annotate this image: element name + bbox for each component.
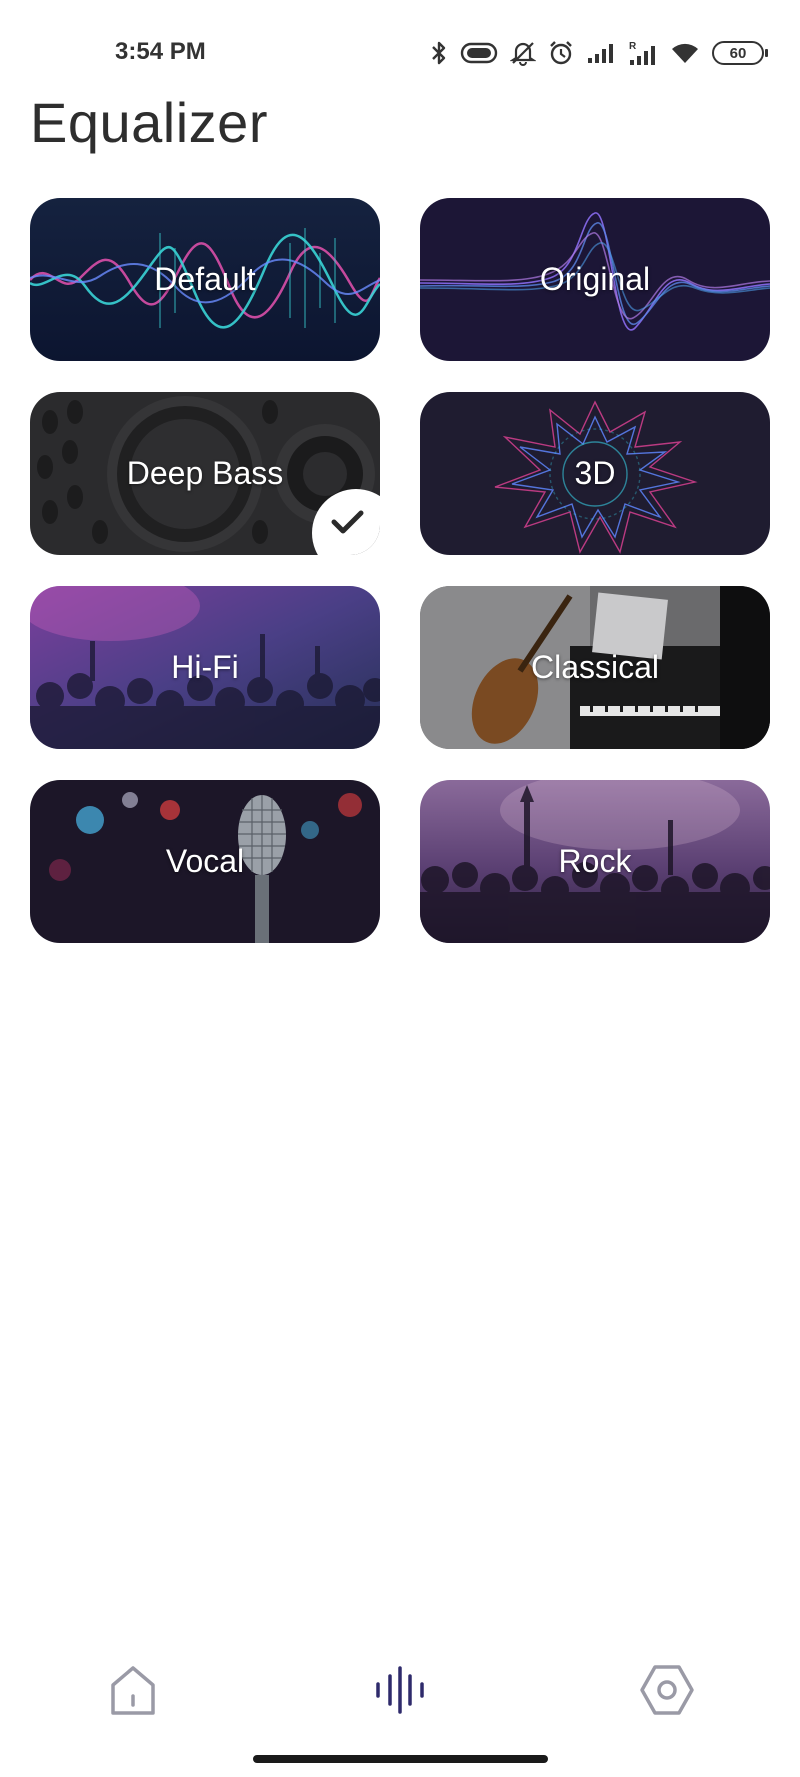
page-title: Equalizer <box>30 91 268 154</box>
preset-card-3d[interactable]: 3D <box>420 392 770 555</box>
preset-card-deep-bass[interactable]: Deep Bass <box>30 392 380 555</box>
equalizer-icon <box>376 1666 424 1714</box>
preset-card-hi-fi[interactable]: Hi-Fi <box>30 586 380 749</box>
preset-card-default[interactable]: Default <box>30 198 380 361</box>
nav-equalizer[interactable] <box>360 1650 440 1730</box>
preset-label: Classical <box>530 649 660 685</box>
preset-card-vocal[interactable]: Vocal <box>30 780 380 943</box>
preset-label: 3D <box>574 455 616 491</box>
wifi-icon <box>672 43 698 63</box>
settings-icon <box>640 1665 694 1715</box>
home-indicator[interactable] <box>253 1755 548 1763</box>
battery-icon: 60 <box>712 41 768 65</box>
preset-card-original[interactable]: Original <box>420 198 770 361</box>
preset-card-rock[interactable]: Rock <box>420 780 770 943</box>
status-bar: 3:54 PM R 60 <box>0 0 800 100</box>
home-icon <box>111 1666 155 1715</box>
status-time: 3:54 PM <box>115 38 206 65</box>
preset-label: Default <box>154 261 256 297</box>
status-icons: R 60 <box>430 36 768 70</box>
bottom-nav <box>0 1650 800 1740</box>
signal-icon <box>588 44 613 63</box>
signal-roaming-icon: R <box>629 41 655 65</box>
preset-grid: Default Original Deep Bass 3D Hi-Fi Clas… <box>30 198 770 943</box>
nav-home[interactable] <box>93 1650 173 1730</box>
preset-label: Vocal <box>165 843 245 879</box>
battery-level: 60 <box>729 44 747 62</box>
preset-card-classical[interactable]: Classical <box>420 586 770 749</box>
alarm-icon <box>550 41 572 65</box>
mute-icon <box>510 42 536 66</box>
preset-label: Hi-Fi <box>171 649 239 685</box>
preset-label: Original <box>539 261 651 297</box>
nav-settings[interactable] <box>627 1650 707 1730</box>
check-icon <box>331 510 364 534</box>
svg-text:R: R <box>629 41 637 52</box>
bluetooth-icon <box>432 41 446 65</box>
preset-label: Rock <box>558 843 632 879</box>
vibrate-icon <box>460 42 498 64</box>
